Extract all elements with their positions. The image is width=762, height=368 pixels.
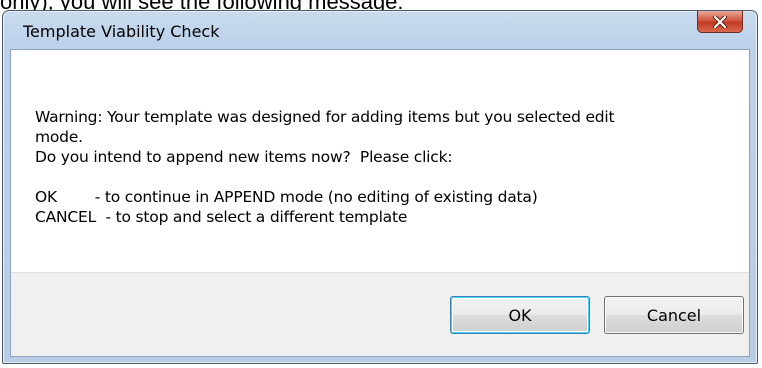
warning-message: Warning: Your template was designed for … [35,107,615,227]
close-button[interactable] [697,11,743,33]
dialog-window: Template Viability Check Warning: Your t… [2,10,758,364]
button-row: OK Cancel [11,272,749,356]
window-title: Template Viability Check [23,22,220,41]
message-line-ok: OK - to continue in APPEND mode (no edit… [35,188,538,206]
message-line [35,167,614,187]
message-line-cancel: CANCEL - to stop and select a different … [35,208,408,226]
ok-button[interactable]: OK [450,296,590,334]
title-bar[interactable]: Template Viability Check [3,11,757,49]
cancel-button[interactable]: Cancel [604,296,744,334]
close-icon [713,15,727,28]
message-line: mode. [35,128,83,146]
dialog-content: Warning: Your template was designed for … [10,49,750,357]
message-line: Do you intend to append new items now? P… [35,148,453,166]
message-line: Warning: Your template was designed for … [35,108,615,126]
